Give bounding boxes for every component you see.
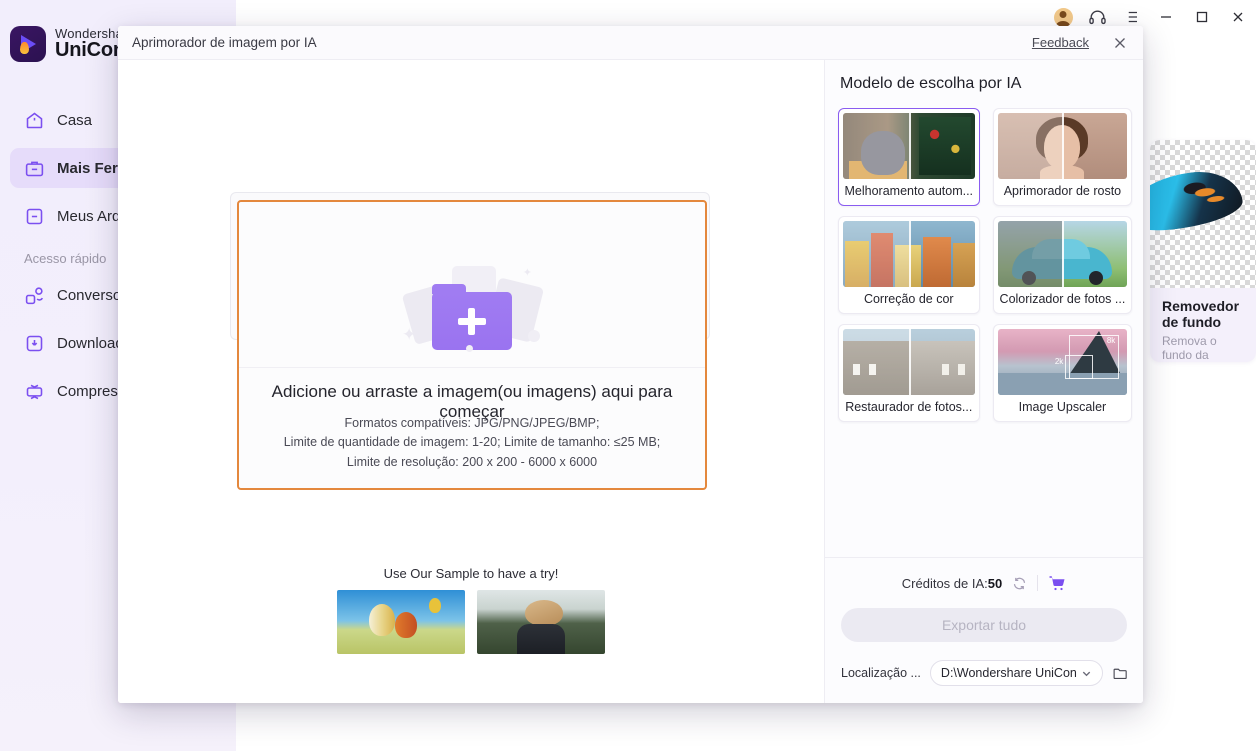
dialog-titlebar: Aprimorador de imagem por IA xyxy=(118,26,1143,60)
model-card-aprimorador-de-rosto[interactable]: Aprimorador de rosto xyxy=(992,108,1133,206)
convert-icon xyxy=(24,285,45,306)
resolution-line: Limite de resolução: 200 x 200 - 6000 x … xyxy=(346,454,598,469)
model-thumbnail: 2k 8k xyxy=(997,329,1128,395)
export-all-button[interactable]: Exportar tudo xyxy=(841,608,1127,642)
cart-icon[interactable] xyxy=(1048,574,1066,592)
card-subtitle: Remova o fundo da imagem xyxy=(1162,334,1217,362)
model-card-image-upscaler[interactable]: 2k 8k Image Upscaler xyxy=(992,324,1133,422)
panel-footer: Créditos de IA:50 Exportar tudo Localiza… xyxy=(825,557,1143,703)
butterfly-thumbnail xyxy=(1150,140,1256,288)
sidebar-item-label: Casa xyxy=(57,111,93,129)
model-label: Colorizador de fotos ... xyxy=(999,292,1126,306)
card-title: Removedor de fundo xyxy=(1162,298,1240,330)
dialog-close-icon[interactable] xyxy=(1111,34,1129,52)
feedback-link[interactable]: Feedback xyxy=(1032,35,1089,50)
panel-title: Modelo de escolha por IA xyxy=(840,75,1022,92)
divider xyxy=(1037,575,1039,591)
model-label: Restaurador de fotos... xyxy=(845,400,973,414)
model-thumbnail xyxy=(997,113,1128,179)
minimize-icon[interactable] xyxy=(1148,0,1184,34)
background-remover-card[interactable]: Removedor de fundo Remova o fundo da ima… xyxy=(1150,140,1256,362)
sidebar-item-label: Download xyxy=(57,334,124,352)
quantity-size-line: Limite de quantidade de imagem: 1-20; Li… xyxy=(283,435,661,450)
dropzone-constraints: Formatos compatíveis: JPG/PNG/JPEG/BMP; … xyxy=(239,414,705,472)
compress-icon xyxy=(24,381,45,402)
hot-air-balloons-sample[interactable] xyxy=(337,590,465,654)
model-thumbnail xyxy=(843,329,975,395)
chevron-down-icon xyxy=(1082,671,1091,676)
model-label: Image Upscaler xyxy=(1018,400,1107,414)
credits-text: Créditos de IA:50 xyxy=(902,576,1002,591)
model-grid: Melhoramento autom... Aprimorador de ros… xyxy=(838,108,1133,422)
model-card-correcao-de-cor[interactable]: Correção de cor xyxy=(838,216,980,314)
model-card-restaurador-de-fotos[interactable]: Restaurador de fotos... xyxy=(838,324,980,422)
location-label: Localização ... xyxy=(841,666,921,680)
download-icon xyxy=(24,333,45,354)
sidebar-item-label: Conversor xyxy=(57,286,127,304)
location-select[interactable]: D:\Wondershare UniCon xyxy=(929,660,1103,686)
model-thumbnail xyxy=(842,112,976,179)
upscale-badge-2k: 2k xyxy=(1054,357,1064,366)
close-icon[interactable] xyxy=(1220,0,1256,34)
folder-icon[interactable] xyxy=(1112,665,1129,682)
sparkle-icon: ✦ xyxy=(522,267,532,279)
ai-image-enhancer-dialog: Aprimorador de imagem por IA Feedback ✦ … xyxy=(118,26,1143,703)
image-dropzone[interactable]: ✦ ✦ Adicione ou arraste a imagem(ou imag… xyxy=(237,200,707,490)
credits-value: 50 xyxy=(987,575,1003,591)
format-line: Formatos compatíveis: JPG/PNG/JPEG/BMP; xyxy=(344,416,600,430)
toolbox-icon xyxy=(24,158,45,179)
model-label: Melhoramento autom... xyxy=(844,183,974,198)
model-label: Aprimorador de rosto xyxy=(1003,184,1122,198)
sample-section-title: Use Our Sample to have a try! xyxy=(383,566,559,581)
files-icon xyxy=(24,206,45,227)
dialog-title: Aprimorador de imagem por IA xyxy=(132,35,317,50)
model-thumbnail xyxy=(843,221,975,287)
model-thumbnail xyxy=(997,221,1128,287)
location-value: D:\Wondershare UniCon xyxy=(940,666,1077,680)
home-icon xyxy=(24,110,45,131)
model-label: Correção de cor xyxy=(863,292,954,306)
woman-with-hat-sample[interactable] xyxy=(477,590,605,654)
location-row: Localização ... D:\Wondershare UniCon xyxy=(841,660,1129,686)
sparkle-icon: ✦ xyxy=(402,325,417,344)
credits-row: Créditos de IA:50 xyxy=(825,574,1143,592)
maximize-icon[interactable] xyxy=(1184,0,1220,34)
upload-work-area: ✦ ✦ Adicione ou arraste a imagem(ou imag… xyxy=(118,60,824,703)
model-card-melhoramento-automatico[interactable]: Melhoramento autom... xyxy=(838,108,980,206)
upload-illustration: ✦ ✦ xyxy=(239,250,705,352)
sample-images xyxy=(118,590,824,654)
ai-model-panel: Modelo de escolha por IA Melhoramento au… xyxy=(824,60,1143,703)
wondershare-logo-icon xyxy=(10,26,46,62)
credits-label: Créditos de IA: xyxy=(901,575,988,591)
model-card-colorizador-de-fotos[interactable]: Colorizador de fotos ... xyxy=(992,216,1133,314)
quick-access-label: Acesso rápido xyxy=(24,251,107,266)
refresh-icon[interactable] xyxy=(1012,576,1027,591)
upscale-badge-8k: 8k xyxy=(1106,336,1116,345)
